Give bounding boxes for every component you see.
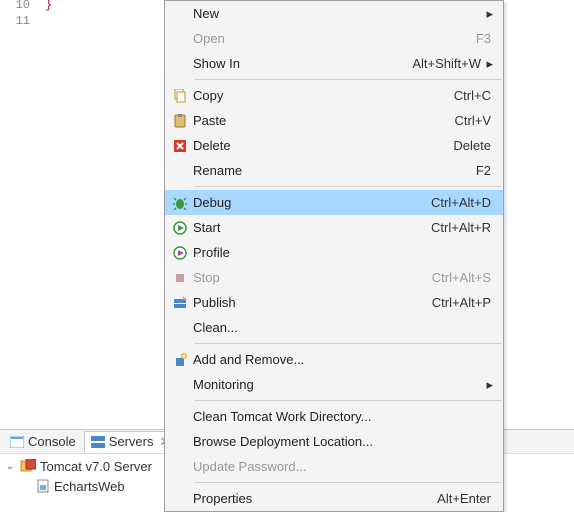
menu-add-remove[interactable]: Add and Remove... bbox=[165, 347, 503, 372]
menu-profile[interactable]: Profile bbox=[165, 240, 503, 265]
menu-delete[interactable]: Delete Delete bbox=[165, 133, 503, 158]
menu-browse-deployment[interactable]: Browse Deployment Location... bbox=[165, 429, 503, 454]
profile-icon bbox=[167, 246, 193, 260]
server-label: Tomcat v7.0 Server bbox=[40, 459, 152, 474]
menu-new[interactable]: New ▸ bbox=[165, 1, 503, 26]
stop-icon bbox=[167, 271, 193, 285]
context-menu: New ▸ Open F3 Show In Alt+Shift+W ▸ Copy… bbox=[164, 0, 504, 512]
tab-label: Console bbox=[28, 434, 76, 449]
debug-icon bbox=[167, 196, 193, 210]
servers-icon bbox=[91, 436, 105, 448]
collapse-icon[interactable]: ⌄ bbox=[4, 461, 16, 472]
submenu-arrow-icon: ▸ bbox=[483, 56, 493, 72]
menu-update-password[interactable]: Update Password... bbox=[165, 454, 503, 479]
publish-icon bbox=[167, 296, 193, 310]
copy-icon bbox=[167, 89, 193, 103]
line-number: 10 bbox=[16, 0, 30, 12]
ide-window: 10 11 } Console Servers ✕ ⌄ bbox=[0, 0, 574, 507]
menu-separator bbox=[195, 343, 501, 344]
add-remove-icon bbox=[167, 353, 193, 367]
line-number-gutter: 10 11 bbox=[0, 0, 42, 425]
server-icon bbox=[20, 459, 36, 473]
menu-rename[interactable]: Rename F2 bbox=[165, 158, 503, 183]
console-icon bbox=[10, 436, 24, 448]
menu-open[interactable]: Open F3 bbox=[165, 26, 503, 51]
menu-clean[interactable]: Clean... bbox=[165, 315, 503, 340]
tab-label: Servers bbox=[109, 434, 154, 449]
submenu-arrow-icon: ▸ bbox=[483, 377, 493, 393]
tab-console[interactable]: Console bbox=[4, 432, 82, 451]
menu-copy[interactable]: Copy Ctrl+C bbox=[165, 83, 503, 108]
menu-properties[interactable]: Properties Alt+Enter bbox=[165, 486, 503, 511]
module-icon bbox=[36, 479, 50, 493]
submenu-arrow-icon: ▸ bbox=[483, 6, 493, 22]
delete-icon bbox=[167, 139, 193, 153]
menu-start[interactable]: Start Ctrl+Alt+R bbox=[165, 215, 503, 240]
start-icon bbox=[167, 221, 193, 235]
menu-stop[interactable]: Stop Ctrl+Alt+S bbox=[165, 265, 503, 290]
code-editor[interactable]: 10 11 } bbox=[0, 0, 164, 425]
paste-icon bbox=[167, 114, 193, 128]
line-number: 11 bbox=[16, 14, 30, 28]
menu-monitoring[interactable]: Monitoring ▸ bbox=[165, 372, 503, 397]
menu-debug[interactable]: Debug Ctrl+Alt+D bbox=[165, 190, 503, 215]
menu-publish[interactable]: Publish Ctrl+Alt+P bbox=[165, 290, 503, 315]
menu-paste[interactable]: Paste Ctrl+V bbox=[165, 108, 503, 133]
module-label: EchartsWeb bbox=[54, 479, 125, 494]
menu-separator bbox=[195, 79, 501, 80]
menu-separator bbox=[195, 400, 501, 401]
menu-show-in[interactable]: Show In Alt+Shift+W ▸ bbox=[165, 51, 503, 76]
menu-separator bbox=[195, 482, 501, 483]
menu-clean-tomcat[interactable]: Clean Tomcat Work Directory... bbox=[165, 404, 503, 429]
code-token: } bbox=[45, 0, 52, 12]
menu-separator bbox=[195, 186, 501, 187]
